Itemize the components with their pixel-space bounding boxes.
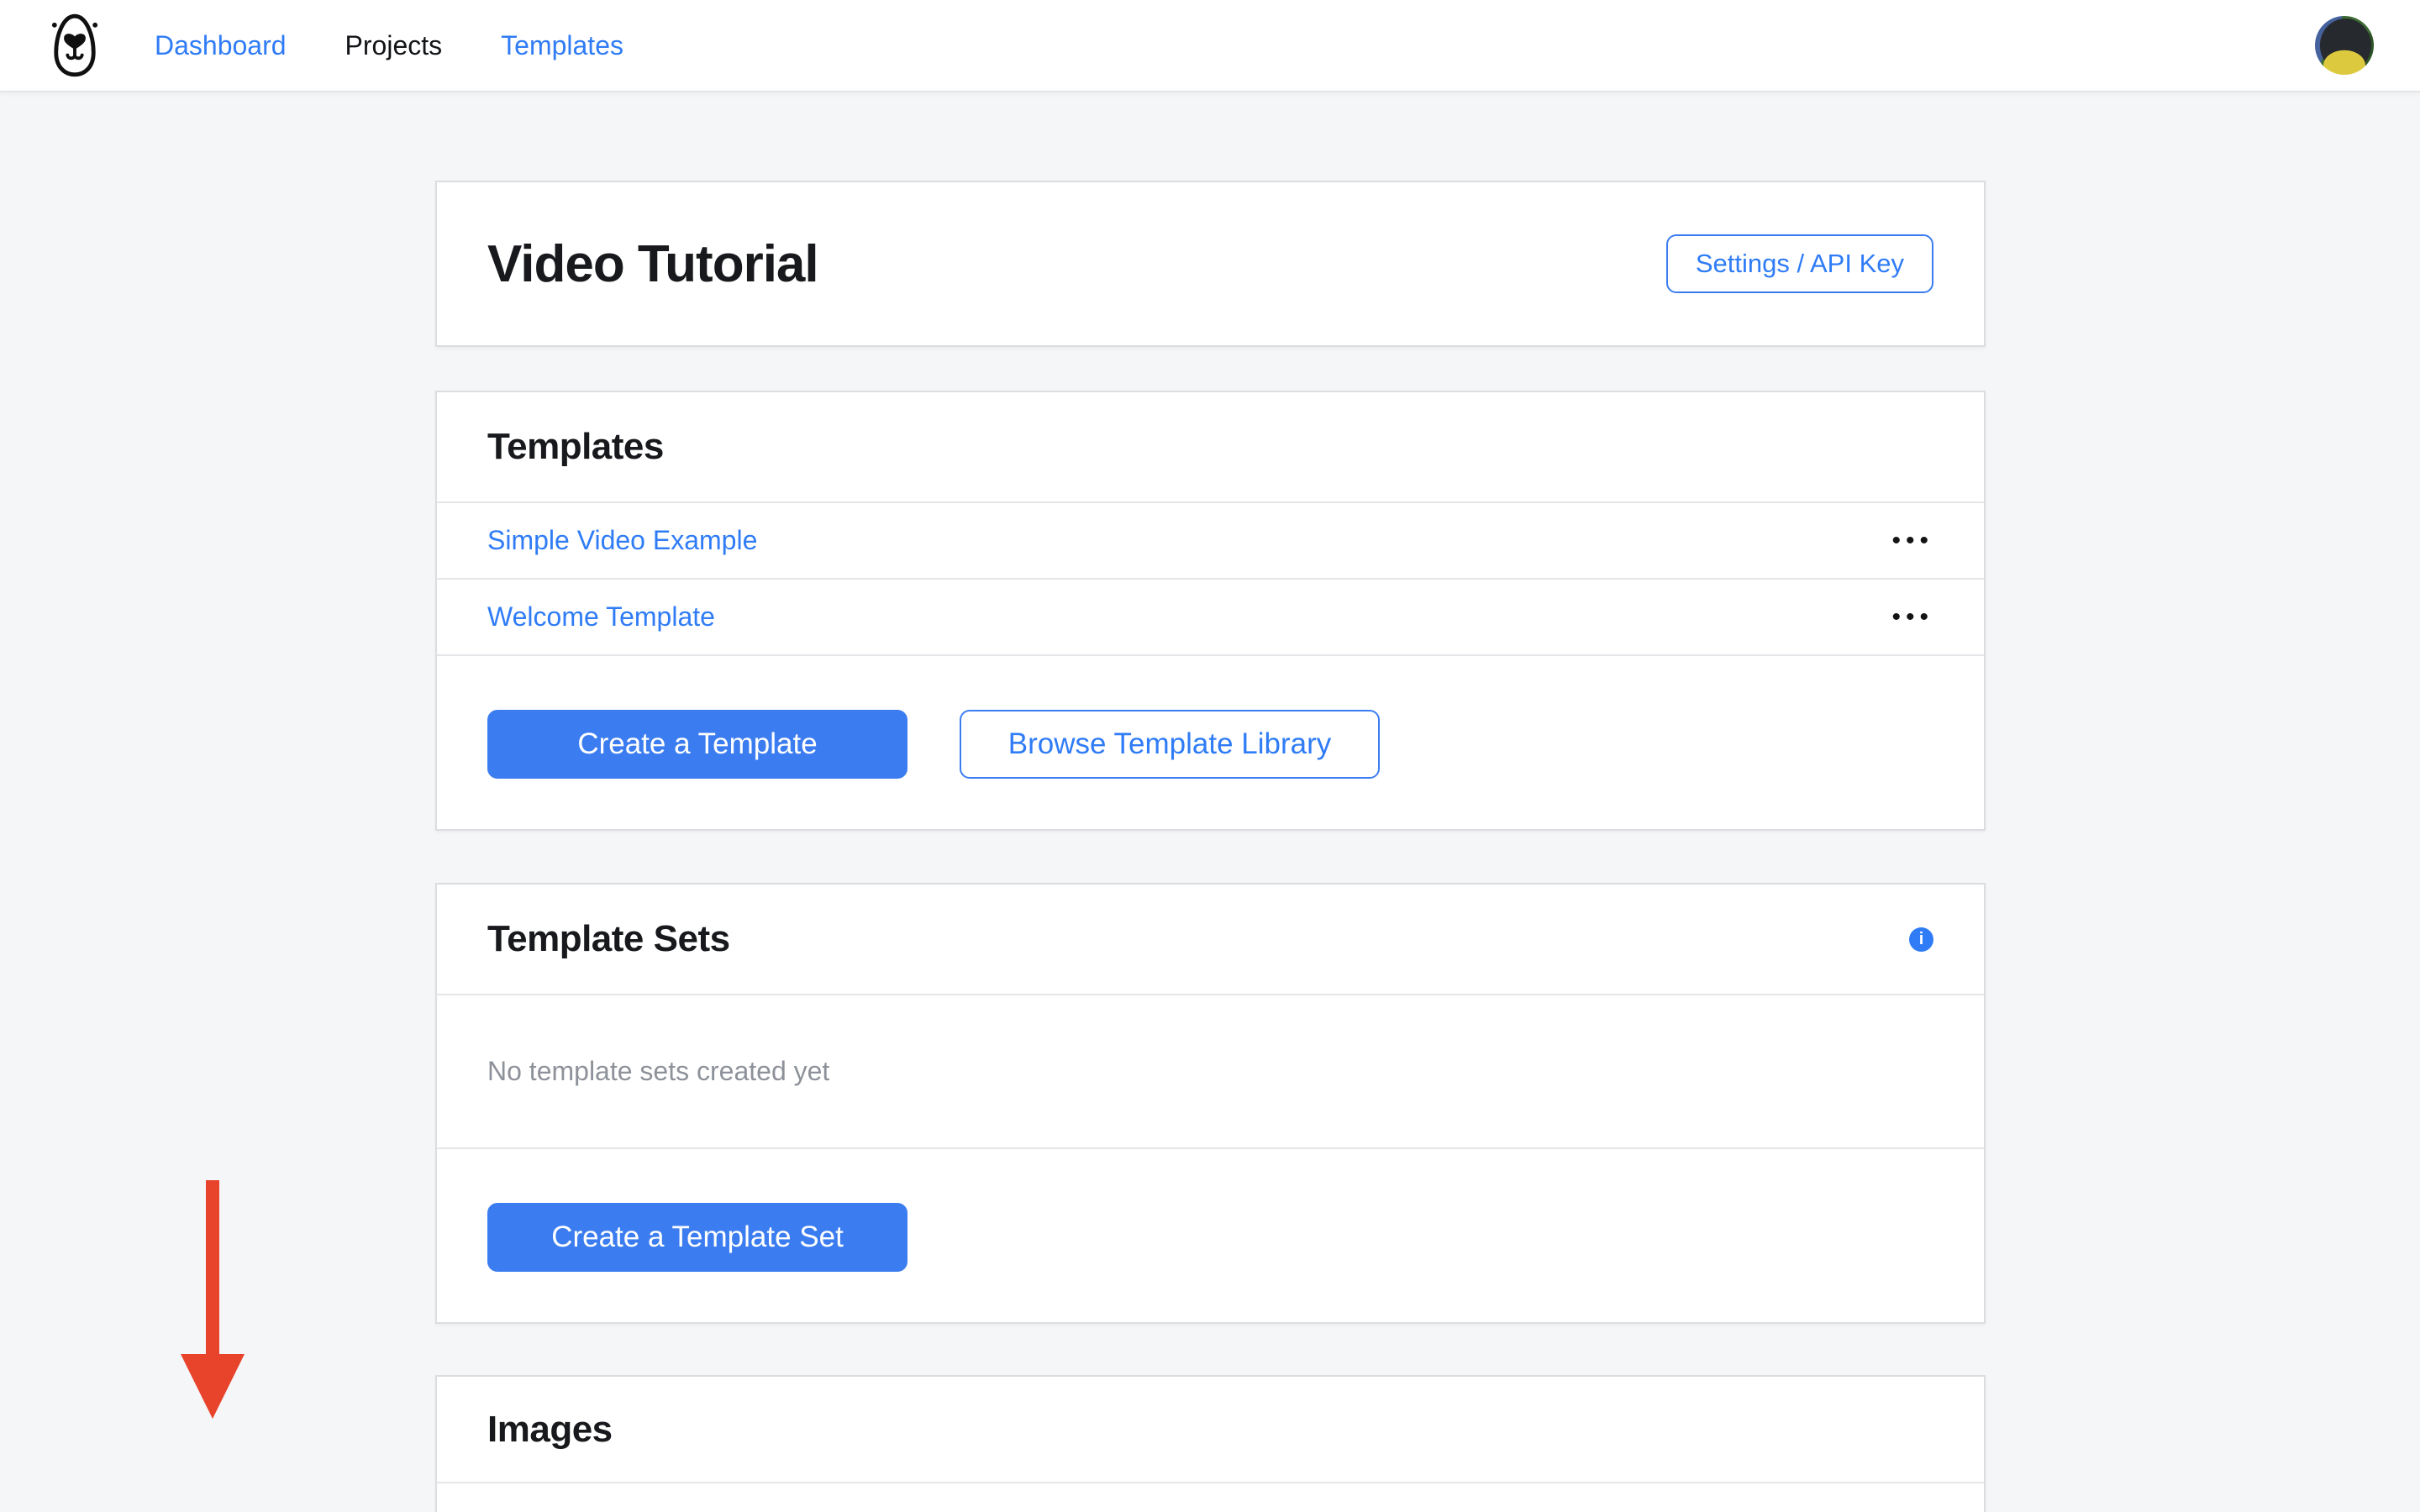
templates-card-title: Templates (487, 426, 664, 468)
template-row: Simple Video Example ••• (437, 501, 1984, 578)
empty-state-message: No template sets created yet (487, 1056, 829, 1087)
template-sets-card-title: Template Sets (487, 918, 730, 960)
row-menu-ellipsis-icon[interactable]: ••• (1883, 596, 1933, 638)
row-menu-ellipsis-icon[interactable]: ••• (1883, 520, 1933, 562)
images-card: Images (435, 1375, 1986, 1512)
nav-item-dashboard[interactable]: Dashboard (155, 30, 287, 61)
images-card-header: Images (437, 1377, 1984, 1483)
images-card-title: Images (487, 1409, 613, 1451)
template-sets-card: Template Sets i No template sets created… (435, 883, 1986, 1324)
user-avatar[interactable] (2315, 16, 2374, 75)
browse-template-library-button[interactable]: Browse Template Library (960, 710, 1380, 779)
create-template-button[interactable]: Create a Template (487, 710, 908, 779)
templates-card-footer: Create a Template Browse Template Librar… (437, 654, 1984, 829)
project-header-card: Video Tutorial Settings / API Key (435, 181, 1986, 347)
template-link-welcome-template[interactable]: Welcome Template (487, 601, 715, 633)
template-sets-empty-state: No template sets created yet (437, 994, 1984, 1147)
settings-api-key-button[interactable]: Settings / API Key (1666, 234, 1933, 293)
main-content: Video Tutorial Settings / API Key Templa… (0, 181, 2420, 1512)
template-link-simple-video-example[interactable]: Simple Video Example (487, 525, 757, 556)
create-template-set-button[interactable]: Create a Template Set (487, 1203, 908, 1272)
info-icon[interactable]: i (1909, 927, 1933, 952)
nav-links: Dashboard Projects Templates (155, 30, 682, 61)
nav-item-projects[interactable]: Projects (345, 30, 443, 61)
top-nav-bar: Dashboard Projects Templates (0, 0, 2420, 92)
bannerbear-logo-icon[interactable] (50, 11, 99, 80)
templates-card: Templates Simple Video Example ••• Welco… (435, 391, 1986, 831)
templates-card-header: Templates (437, 392, 1984, 501)
nav-item-templates[interactable]: Templates (501, 30, 623, 61)
template-row: Welcome Template ••• (437, 578, 1984, 654)
template-sets-card-header: Template Sets i (437, 885, 1984, 994)
project-title: Video Tutorial (487, 234, 818, 294)
template-sets-card-footer: Create a Template Set (437, 1147, 1984, 1322)
